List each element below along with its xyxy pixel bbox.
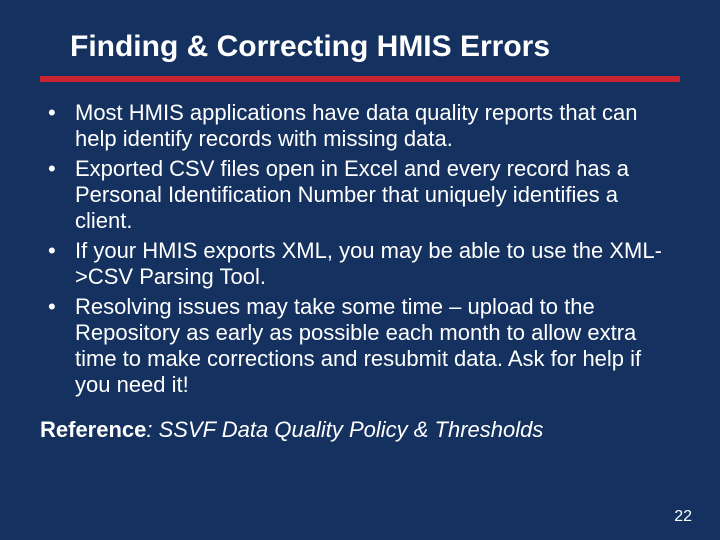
list-item: If your HMIS exports XML, you may be abl… (40, 238, 680, 290)
reference-label: Reference (40, 417, 146, 442)
list-item: Most HMIS applications have data quality… (40, 100, 680, 152)
reference-text: : SSVF Data Quality Policy & Thresholds (146, 417, 543, 442)
slide: Finding & Correcting HMIS Errors Most HM… (0, 0, 720, 540)
divider (40, 76, 680, 82)
list-item: Resolving issues may take some time – up… (40, 294, 680, 398)
bullet-list: Most HMIS applications have data quality… (40, 100, 680, 397)
reference-line: Reference: SSVF Data Quality Policy & Th… (40, 417, 680, 443)
page-number: 22 (674, 508, 692, 526)
list-item: Exported CSV files open in Excel and eve… (40, 156, 680, 234)
page-title: Finding & Correcting HMIS Errors (70, 30, 680, 64)
